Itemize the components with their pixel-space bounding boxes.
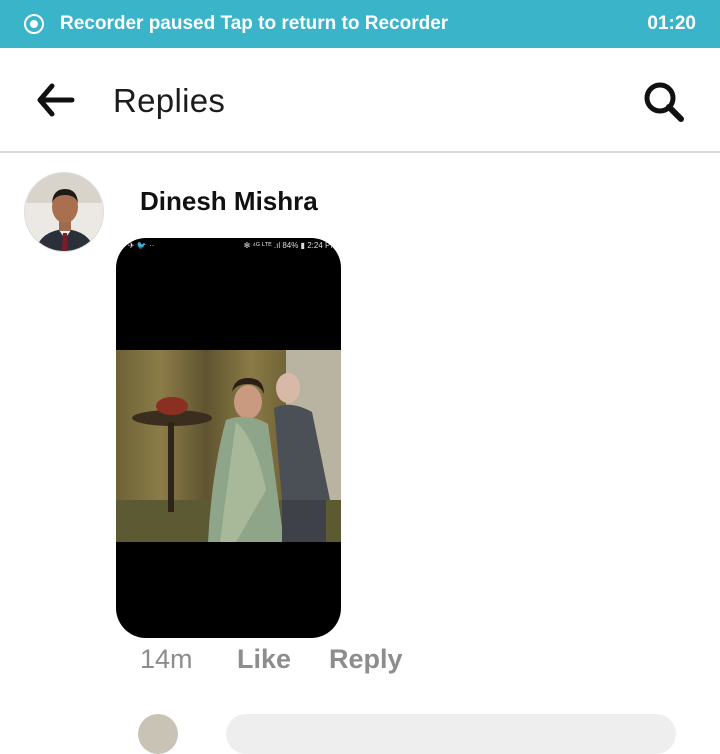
recorder-message: Recorder paused Tap to return to Recorde… bbox=[60, 13, 449, 34]
avatar[interactable] bbox=[24, 172, 104, 252]
photo-status-left: ✈ 🐦 ·· bbox=[128, 241, 155, 250]
photo-status-right: ✻ ⁴ᴳ ᴸᵀᴱ .ıl 84% ▮ 2:24 PM bbox=[243, 241, 337, 250]
shared-photo[interactable]: ✈ 🐦 ·· ✻ ⁴ᴳ ᴸᵀᴱ .ıl 84% ▮ 2:24 PM bbox=[116, 238, 341, 638]
photo-image bbox=[116, 350, 341, 542]
search-button[interactable] bbox=[640, 78, 688, 126]
page-title: Replies bbox=[113, 82, 226, 119]
app-header: Replies bbox=[0, 48, 720, 153]
record-indicator-icon bbox=[24, 14, 44, 34]
profile-photo bbox=[25, 173, 103, 251]
next-reply-bubble[interactable] bbox=[226, 714, 676, 754]
photo-status-bar: ✈ 🐦 ·· ✻ ⁴ᴳ ᴸᵀᴱ .ıl 84% ▮ 2:24 PM bbox=[116, 238, 341, 254]
search-icon bbox=[644, 82, 684, 122]
back-arrow-icon bbox=[37, 83, 75, 117]
author-name[interactable]: Dinesh Mishra bbox=[140, 186, 318, 217]
next-reply-avatar[interactable] bbox=[138, 714, 178, 754]
back-button[interactable] bbox=[34, 80, 78, 120]
reply-timestamp: 14m bbox=[140, 644, 193, 674]
like-button[interactable]: Like bbox=[237, 644, 291, 675]
reply-button[interactable]: Reply bbox=[329, 644, 403, 675]
recorder-time: 01:20 bbox=[647, 13, 696, 34]
recorder-banner[interactable]: Recorder paused Tap to return to Recorde… bbox=[0, 0, 720, 48]
